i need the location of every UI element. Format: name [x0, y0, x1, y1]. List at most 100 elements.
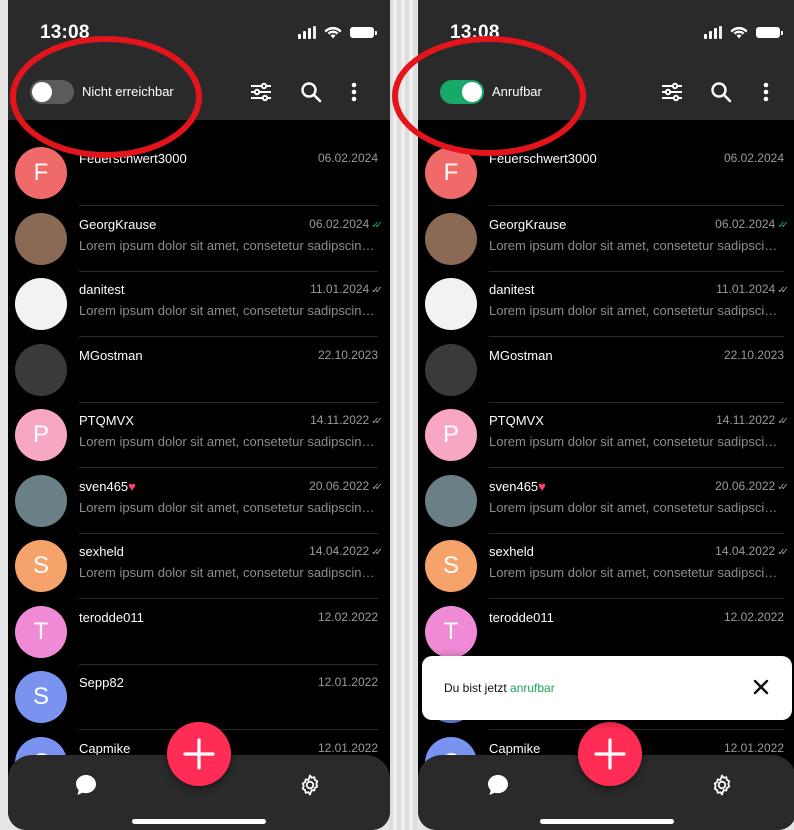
battery-icon [350, 27, 377, 38]
chat-list-item[interactable]: S Sepp82 12.01.2022 [8, 654, 390, 730]
chat-bubble-icon [76, 775, 96, 795]
chat-date: 06.02.2024 [724, 151, 784, 165]
chat-preview: Lorem ipsum dolor sit amet, consetetur s… [489, 434, 784, 449]
chat-name-text: Capmike [79, 740, 131, 756]
nav-chats-button[interactable] [478, 765, 518, 805]
chat-list-item[interactable]: F Feuerschwert3000 06.02.2024 [418, 130, 794, 206]
toast-close-button[interactable] [750, 676, 772, 698]
chat-name: sven465♥ [489, 479, 546, 494]
chat-list-item[interactable]: P PTQMVX 14.11.2022 ✓✓ Lorem ipsum dolor sit… [418, 392, 794, 468]
chat-preview: Lorem ipsum dolor sit amet, consetetur s… [489, 303, 784, 318]
nav-settings-button[interactable] [702, 765, 742, 805]
chat-date-text: 20.06.2022 [715, 478, 776, 493]
toast-message: Du bist jetzt anrufbar [444, 681, 555, 695]
chat-date-text: 06.02.2024 [715, 216, 776, 231]
chat-list-item[interactable]: danitest 11.01.2024 ✓✓ Lorem ipsum dolor si… [8, 261, 390, 337]
chat-name: Capmike [79, 741, 130, 756]
chat-date: 06.02.2024 ✓✓ [309, 217, 383, 231]
chat-list-item[interactable]: Ssexheld 14.04.2022 ✓✓ Lorem ipsum dolor si… [8, 523, 390, 599]
nav-chats-button[interactable] [66, 765, 106, 805]
chat-name-text: MGostman [489, 347, 553, 363]
phone-screen-left: 13:08 Nicht erreichbar F Feuerschwert3000… [8, 0, 390, 830]
settings-gear-icon [301, 774, 319, 796]
read-receipt-icon: ✓✓ [371, 547, 383, 558]
more-vert-icon[interactable] [341, 80, 367, 104]
new-chat-button[interactable] [578, 722, 642, 786]
chat-date-text: 06.02.2024 [317, 151, 378, 165]
chat-name-text: sexheld [79, 544, 124, 559]
filter-sliders-icon[interactable] [659, 80, 685, 104]
nav-settings-button[interactable] [290, 765, 330, 805]
avatar: F [425, 147, 477, 199]
chat-date-text: 12.01.2022 [317, 740, 378, 755]
chat-name-text: Feuerschwert3000 [79, 151, 187, 166]
chat-preview: Lorem ipsum dolor sit amet, consetetur s… [489, 565, 784, 580]
chat-list-item[interactable]: Ssexheld 14.04.2022 ✓✓ Lorem ipsum dolor si… [418, 523, 794, 599]
read-receipt-icon: ✓✓ [777, 416, 789, 427]
settings-gear-icon [713, 774, 731, 796]
chat-date-text: 14.11.2022 [310, 413, 370, 427]
avatar [15, 343, 67, 396]
chat-list-item[interactable]: sven465♥ 20.06.2022 ✓✓ Lorem ipsum dolor si… [418, 458, 794, 534]
avatar: T [15, 605, 67, 658]
filter-sliders-icon[interactable] [248, 80, 274, 104]
chat-list-item[interactable]: Tterodde011 12.02.2022 [8, 589, 390, 665]
chat-name-text: Feuerschwert3000 [489, 151, 597, 166]
avatar: S [425, 540, 477, 592]
chat-name: danitest [489, 282, 535, 297]
chat-preview: Lorem ipsum dolor sit amet, consetetur s… [79, 434, 378, 449]
chat-list-item[interactable]: MGostman 22.10.2023 [8, 327, 390, 403]
chat-date: 12.01.2022 [724, 741, 784, 755]
avatar: P [425, 409, 477, 461]
chat-list-item[interactable]: Tterodde011 12.02.2022 [418, 589, 794, 665]
chat-preview: Lorem ipsum dolor sit amet, consetetur s… [489, 237, 784, 253]
chat-list-item[interactable]: P PTQMVX 14.11.2022 ✓✓ Lorem ipsum dolor sit… [8, 392, 390, 468]
availability-toggle[interactable] [30, 80, 74, 104]
new-chat-button[interactable] [167, 722, 231, 786]
search-icon[interactable] [708, 80, 734, 104]
chat-name: MGostman [489, 348, 553, 363]
chat-preview: Lorem ipsum dolor sit amet, consetetur s… [79, 237, 378, 253]
avatar [425, 212, 477, 265]
chat-name: Capmike [489, 741, 540, 756]
chat-list-item[interactable]: F Feuerschwert3000 06.02.2024 [8, 130, 390, 206]
chat-date-text: 11.01.2024 [716, 282, 776, 296]
chat-preview: Lorem ipsum dolor sit amet, consetetur s… [79, 303, 378, 318]
avatar [425, 278, 477, 330]
chat-name-text: danitest [79, 282, 125, 297]
avatar [15, 474, 67, 527]
chat-list-item[interactable]: MGostman 22.10.2023 [418, 327, 794, 403]
chat-name-text: terodde011 [79, 609, 144, 625]
chat-list-item[interactable]: sven465♥ 20.06.2022 ✓✓ Lorem ipsum dolor si… [8, 458, 390, 534]
read-receipt-icon: ✓✓ [777, 481, 789, 493]
avatar [15, 278, 67, 330]
chat-date: 14.11.2022 ✓✓ [310, 413, 383, 427]
chat-date: 20.06.2022 ✓✓ [715, 478, 789, 493]
chat-name: GeorgKrause [79, 217, 156, 232]
status-icons [704, 26, 783, 39]
chat-name: MGostman [79, 348, 143, 363]
read-receipt-icon: ✓✓ [777, 285, 789, 296]
chat-name: sexheld [79, 544, 124, 559]
chat-name: GeorgKrause [489, 217, 566, 232]
chat-date: 22.10.2023 [318, 348, 378, 362]
chat-name-text: sexheld [489, 544, 534, 559]
chat-name-text: Capmike [489, 740, 541, 756]
chat-date-text: 12.01.2022 [723, 740, 784, 755]
availability-toggle[interactable] [440, 80, 484, 104]
chat-name-text: PTQMVX [79, 413, 134, 428]
search-icon[interactable] [298, 80, 324, 104]
battery-icon [756, 27, 783, 38]
chat-list-item[interactable]: GeorgKrause 06.02.2024 ✓✓ Lorem ipsum dolor… [418, 196, 794, 272]
chat-date: 12.01.2022 [318, 741, 378, 755]
chat-list-item[interactable]: danitest 11.01.2024 ✓✓ Lorem ipsum dolor si… [418, 261, 794, 337]
chat-date: 06.02.2024 [318, 151, 378, 165]
chat-date: 14.04.2022 ✓✓ [715, 544, 789, 558]
more-vert-icon[interactable] [753, 80, 779, 104]
avatar [15, 212, 67, 265]
chat-date: 22.10.2023 [724, 348, 784, 362]
chat-date: 12.01.2022 [318, 675, 378, 689]
chat-list-item[interactable]: GeorgKrause 06.02.2024 ✓✓ Lorem ipsum dolor… [8, 196, 390, 272]
status-time: 13:08 [40, 22, 90, 43]
read-receipt-icon: ✓✓ [371, 285, 383, 296]
